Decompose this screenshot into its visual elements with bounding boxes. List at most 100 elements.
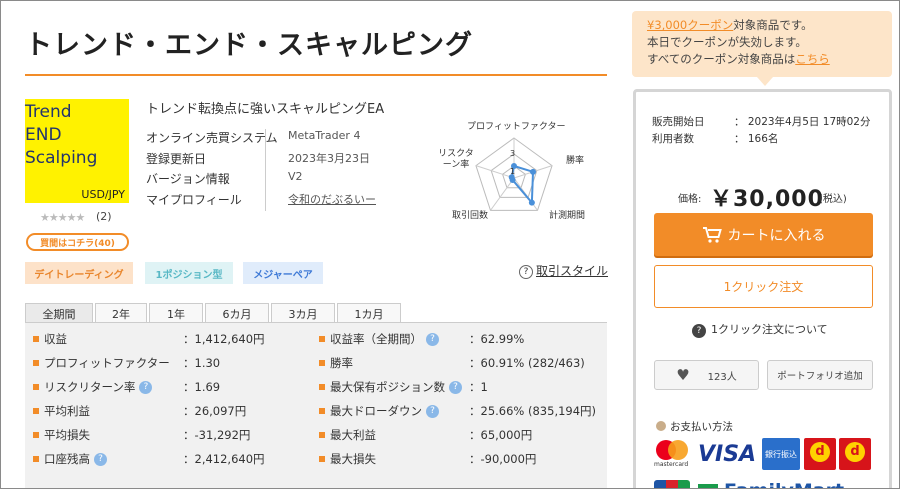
stat-value: ：1.69 [183, 380, 221, 394]
stat-label: 最大ドローダウン? [319, 399, 439, 423]
radar-label-profit-factor: プロフィットファクター [467, 122, 566, 132]
tab-2-years[interactable]: 2年 [95, 303, 147, 323]
product-subtitle: トレンド転換点に強いスキャルピングEA [146, 102, 385, 117]
stat-label: リスクリターン率? [33, 375, 153, 399]
coupon-link[interactable]: ¥3,000クーポン [647, 18, 733, 32]
help-icon[interactable]: ? [94, 452, 107, 466]
stat-value: ：-90,000円 [469, 452, 537, 466]
stat-label: プロフィットファクター [33, 351, 170, 375]
stats-row: 平均損失 ：-31,292円 最大利益 ：65,000円 [25, 423, 607, 447]
stats-row: リスクリターン率? ：1.69 最大保有ポジション数? ：1 [25, 375, 607, 399]
info-value: V2 [288, 170, 303, 183]
user-count: 利用者数 ： 166名 [652, 131, 778, 146]
help-icon[interactable]: ? [449, 380, 462, 394]
tab-6-months[interactable]: 6カ月 [205, 303, 269, 323]
product-thumbnail[interactable]: Trend END Scalping USD/JPY [25, 99, 129, 203]
tab-all-period[interactable]: 全期間 [25, 303, 93, 323]
stat-label: 口座残高? [33, 447, 107, 471]
bullet-icon [33, 408, 39, 414]
bullet-icon [319, 432, 325, 438]
tab-1-year[interactable]: 1年 [149, 303, 203, 323]
help-icon: ? [692, 324, 706, 338]
stat-label-text: 収益率（全期間） [330, 332, 422, 346]
stat-value: ：-31,292円 [183, 428, 251, 442]
favorite-button[interactable]: ♥ 123人 [654, 360, 759, 390]
thumbnail-pair: USD/JPY [81, 188, 125, 201]
stat-label-text: 平均利益 [44, 404, 90, 418]
radar-axis [490, 177, 515, 211]
stat-label-text: 口座残高 [44, 452, 90, 466]
thumbnail-line: Trend [25, 102, 72, 122]
thumbnail-text: Trend END Scalping [25, 101, 97, 170]
thumbnail-line: END [25, 125, 62, 145]
stat-label-text: プロフィットファクター [44, 356, 170, 370]
sales-start: 販売開始日 ： 2023年4月5日 17時02分 [652, 114, 870, 129]
one-click-order-button[interactable]: 1クリック注文 [654, 265, 873, 308]
help-icon[interactable]: ? [426, 404, 439, 418]
tab-1-month[interactable]: 1カ月 [337, 303, 401, 323]
rating-stars: ★★★★★ [40, 211, 85, 224]
stats-row: 平均利益 ：26,097円 最大ドローダウン? ：25.66% (835,194… [25, 399, 607, 423]
info-label: 登録更新日 [146, 151, 207, 166]
coin-icon [656, 421, 666, 431]
stat-value: ：25.66% (835,194円) [469, 404, 597, 418]
stats-row: 口座残高? ：2,412,640円 最大損失 ：-90,000円 [25, 447, 607, 471]
tag-one-position[interactable]: 1ポジション型 [145, 262, 233, 284]
radar-scale-1: 1 [510, 167, 515, 176]
add-to-portfolio-button[interactable]: ポートフォリオ追加 [767, 360, 873, 390]
add-to-cart-label: カートに入れる [727, 227, 826, 244]
bullet-icon [33, 360, 39, 366]
notice-text: 対象商品です。 [733, 18, 813, 32]
jcb-logo [654, 480, 690, 488]
price-tax: (税込) [819, 194, 847, 205]
tag-major-pair[interactable]: メジャーペア [243, 262, 323, 284]
notice-line-2: 本日でクーポンが失効します。 [647, 35, 807, 49]
radar-point [530, 168, 537, 175]
stat-label-text: 最大利益 [330, 428, 376, 442]
heart-icon: ♥ [676, 366, 690, 384]
add-to-cart-button[interactable]: カートに入れる [654, 213, 873, 256]
stat-label-text: 平均損失 [44, 428, 90, 442]
favorite-count: 123人 [707, 371, 737, 383]
info-value: 2023年3月23日 [288, 151, 370, 165]
help-icon[interactable]: ? [426, 332, 439, 346]
stat-label: 平均損失 [33, 423, 90, 447]
title-divider [25, 74, 607, 76]
bullet-icon [33, 336, 39, 342]
stat-label-text: 勝率 [330, 356, 353, 370]
help-icon[interactable]: ? [139, 380, 153, 394]
info-label: マイプロフィール [146, 192, 242, 207]
seller-profile-link[interactable]: 令和のだぶるいー [288, 191, 376, 207]
cart-icon [702, 226, 722, 243]
info-value: MetaTrader 4 [288, 129, 361, 142]
user-count-label: 利用者数 [652, 133, 694, 145]
price-value: ￥30,000 [710, 187, 824, 212]
stat-value: ：1 [469, 380, 488, 394]
coupon-list-link[interactable]: こちら [795, 52, 830, 66]
notice-arrow [757, 77, 773, 86]
info-divider [265, 129, 266, 211]
familymart-logo: FamilyMart [724, 480, 844, 488]
info-label: バージョン情報 [146, 172, 230, 186]
radar-chart: 3 1 プロフィットファクター 勝率 計測期間 取引回数 リスクターン率 [419, 116, 611, 226]
buyer-link-button[interactable]: 買間はコチラ(40) [26, 233, 129, 251]
payment-heading-text: お支払い方法 [670, 421, 733, 433]
stat-label-text: 収益 [44, 332, 67, 346]
one-click-about-link[interactable]: ? 1クリック注文について [692, 321, 828, 338]
stat-label: 最大保有ポジション数? [319, 375, 462, 399]
review-count[interactable]: (2) [96, 210, 112, 223]
mastercard-logo: mastercard [654, 438, 694, 470]
stat-value: ：2,412,640円 [183, 452, 265, 466]
help-icon: ? [519, 265, 533, 279]
stat-label: 平均利益 [33, 399, 90, 423]
trade-style-link[interactable]: ? 取引スタイル [519, 262, 608, 279]
d-payment-daily-logo: d [839, 438, 871, 470]
tag-daytrading[interactable]: デイトレーディング [25, 262, 133, 284]
stat-value: ：26,097円 [183, 404, 247, 418]
stat-label-text: 最大ドローダウン [330, 404, 422, 418]
bullet-icon [319, 384, 325, 390]
tab-3-months[interactable]: 3カ月 [271, 303, 335, 323]
radar-label-win-rate: 勝率 [566, 156, 585, 166]
page-frame: トレンド・エンド・スキャルピング Trend END Scalping USD/… [0, 0, 900, 489]
familymart-mark [698, 484, 718, 488]
